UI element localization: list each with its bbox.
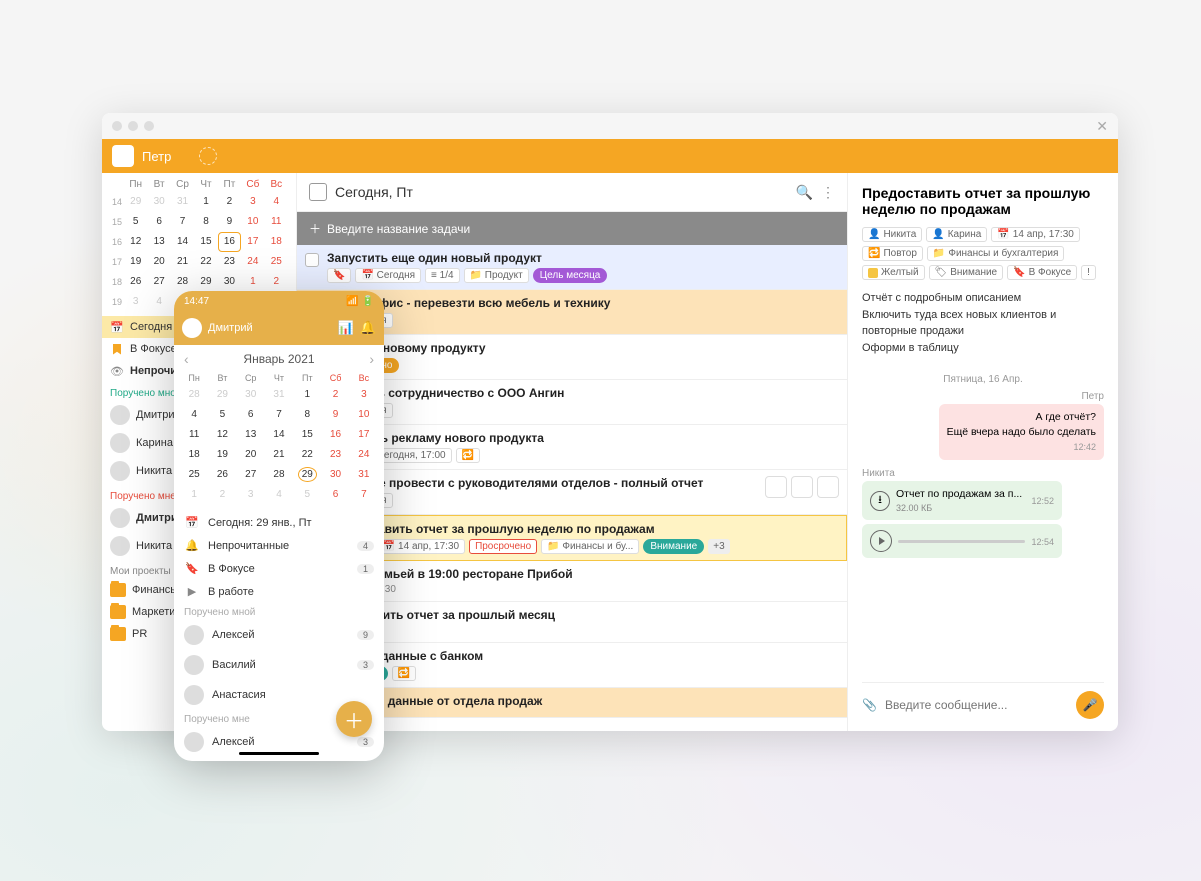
mobile-focus[interactable]: 🔖В Фокусе1 [174,557,384,580]
chip-color[interactable]: Желтый [862,265,925,280]
attach-icon[interactable]: 📎 [862,698,877,712]
user-name: Петр [142,149,171,164]
home-indicator [239,752,319,755]
sync-icon[interactable] [199,147,217,165]
chip-tag[interactable]: 🏷 Внимание [929,265,1004,280]
new-task-input[interactable]: ＋ Введите название задачи [297,212,847,245]
task-row[interactable]: Запустить еще один новый продукт🔖 📅 Сего… [297,245,847,290]
message-input-row: 📎 🎤 [862,682,1104,719]
next-month-icon[interactable]: › [369,351,374,367]
more-icon[interactable]: ⋮ [821,184,835,201]
close-icon[interactable]: ✕ [1096,118,1108,135]
chip-priority[interactable]: ! [1081,265,1096,280]
task-checkbox[interactable] [305,253,319,267]
avatar[interactable] [182,318,202,338]
mic-button[interactable]: 🎤 [1076,691,1104,719]
mobile-overlay: 14:47📶 🔋 Дмитрий 📊 🔔 ‹ Январь 2021 › ПнВ… [174,291,384,761]
search-icon[interactable]: 🔍 [796,184,813,201]
mobile-user[interactable]: Василий [174,757,384,761]
chip-assignee[interactable]: 👤 Никита [862,227,922,242]
download-icon[interactable]: ⭳ [870,491,890,511]
task-detail-pane: Предоставить отчет за прошлую неделю по … [848,173,1118,731]
tool-icon[interactable] [791,476,813,498]
prev-month-icon[interactable]: ‹ [184,351,189,367]
mobile-statusbar: 14:47📶 🔋 [174,291,384,311]
mobile-calendar[interactable]: ПнВтСрЧтПтСбВс 2829303112345678910111213… [174,373,384,511]
mobile-month-nav[interactable]: ‹ Январь 2021 › [174,345,384,373]
avatar[interactable] [112,145,134,167]
plus-icon: ＋ [309,220,321,237]
fab-add-button[interactable]: ＋ [336,701,372,737]
detail-title: Предоставить отчет за прошлую неделю по … [862,185,1104,217]
list-title: Сегодня, Пт [335,184,413,200]
chip-assignee[interactable]: 👤 Карина [926,227,987,242]
chip-folder[interactable]: 📁 Финансы и бухгалтерия [927,246,1065,261]
titlebar: ✕ [102,113,1118,139]
mobile-unread[interactable]: 🔔Непрочитанные4 [174,534,384,557]
bell-icon[interactable]: 🔔 [360,320,376,336]
play-icon[interactable] [870,530,892,552]
chip-repeat[interactable]: 🔁 Повтор [862,246,923,261]
calendar-icon[interactable] [309,183,327,201]
mobile-header: Дмитрий 📊 🔔 [174,311,384,345]
mobile-user[interactable]: Алексей9 [174,620,384,650]
mobile-inwork[interactable]: ▶В работе [174,580,384,603]
tool-icon[interactable] [817,476,839,498]
chat-date: Пятница, 16 Апр. [862,374,1104,385]
chip-focus[interactable]: 🔖 В Фокусе [1007,265,1077,280]
tool-icon[interactable] [765,476,787,498]
chart-icon[interactable]: 📊 [338,320,354,336]
task-description: Отчёт с подробным описанием Включить туд… [862,290,1104,356]
mobile-user[interactable]: Василий3 [174,650,384,680]
chip-date[interactable]: 📅 14 апр, 17:30 [991,227,1079,242]
chat-message[interactable]: А где отчёт? Ещё вчера надо было сделать… [939,404,1104,460]
app-header: Петр [102,139,1118,173]
chat-file[interactable]: ⭳ Отчет по продажам за п... 32.00 КБ 12:… [862,481,1062,520]
chat-audio[interactable]: 12:54 [862,524,1062,558]
message-input[interactable] [885,698,1068,712]
mobile-today[interactable]: 📅Сегодня: 29 янв., Пт [174,511,384,534]
